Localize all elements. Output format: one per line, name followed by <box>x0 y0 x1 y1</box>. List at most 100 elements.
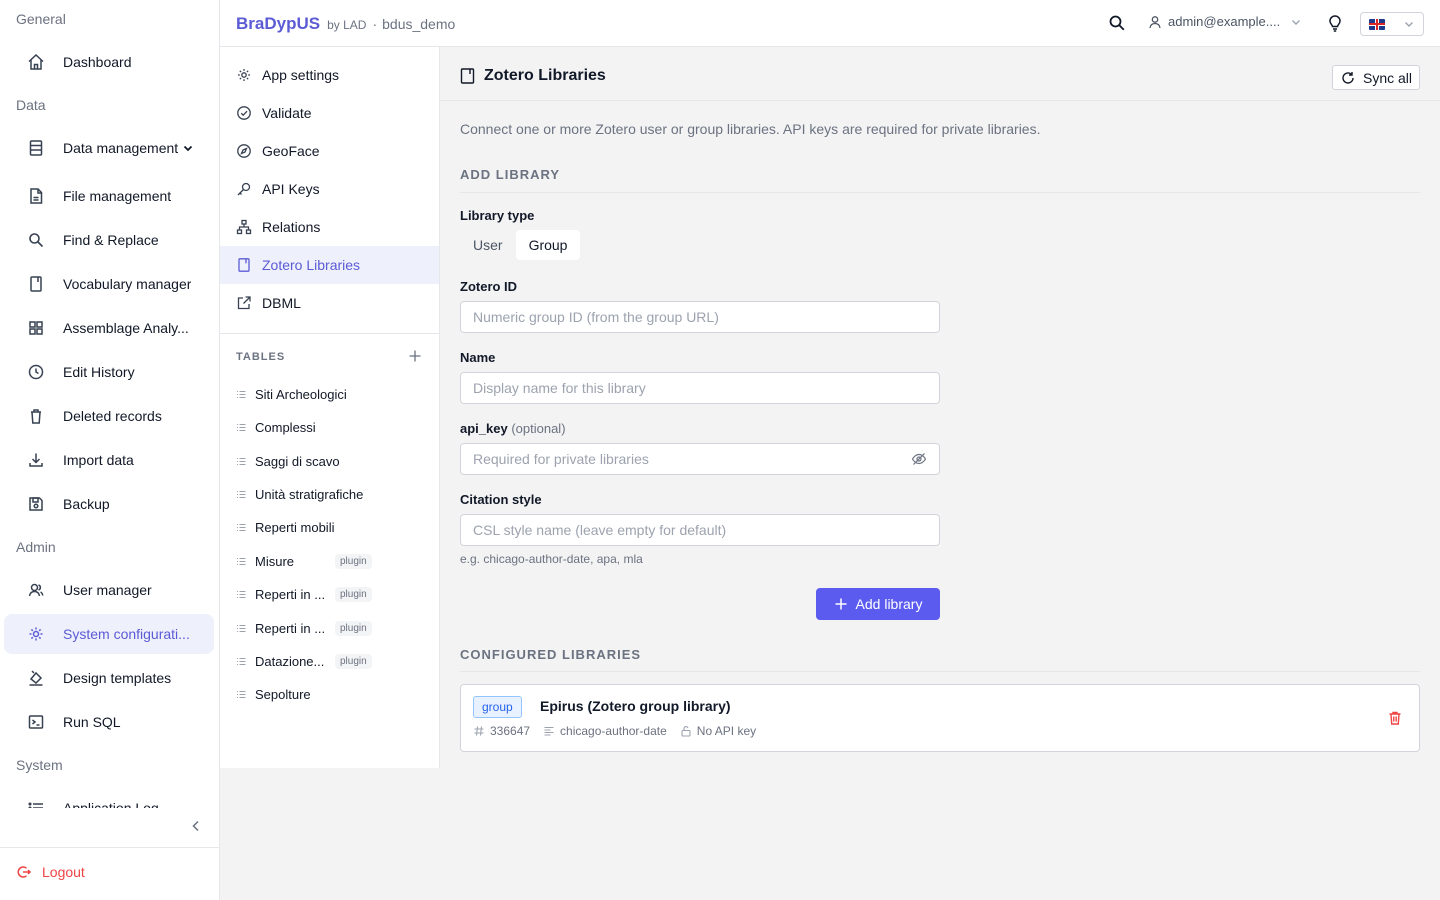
list-icon <box>28 802 43 808</box>
table-name: Unità stratigrafiche <box>255 486 364 502</box>
api-key-label: api_key (optional) <box>460 421 566 436</box>
project-name: bdus_demo <box>382 16 456 32</box>
table-list-item[interactable]: Complessi <box>236 417 316 437</box>
citation-style-field[interactable] <box>460 514 940 546</box>
brand[interactable]: BraDypUS by LAD · bdus_demo <box>236 14 455 34</box>
sidebar-item-label: Design templates <box>63 670 172 686</box>
citation-style-label: Citation style <box>460 492 542 507</box>
zotero-id-field[interactable] <box>460 301 940 333</box>
sidebar-item-backup[interactable]: Backup <box>4 484 214 524</box>
collapse-sidebar-chevron-left-icon[interactable] <box>188 818 204 834</box>
tables-heading: TABLES <box>236 351 286 363</box>
sidebar-item-label: System configurati... <box>63 626 190 642</box>
table-list-item[interactable]: Reperti in ... plugin <box>236 584 372 604</box>
table-list-item[interactable]: Reperti in ... plugin <box>236 618 372 638</box>
sidebar-item-data-management[interactable]: Data management <box>4 128 214 168</box>
brand-separator: · <box>372 16 378 32</box>
sidebar-section-system: System <box>16 757 63 773</box>
table-list-item[interactable]: Saggi di scavo <box>236 451 340 471</box>
sidebar-item-assemblage-analysis[interactable]: Assemblage Analy... <box>4 308 214 348</box>
sidebar-item-run-sql[interactable]: Run SQL <box>4 702 214 742</box>
users-icon <box>28 583 44 597</box>
main-content: Zotero Libraries Sync all Connect one or… <box>440 47 1440 900</box>
citation-style-input[interactable] <box>473 522 927 538</box>
plugin-badge: plugin <box>335 620 372 636</box>
paint-icon <box>29 670 43 686</box>
divider <box>220 333 439 334</box>
configured-libraries-heading: CONFIGURED LIBRARIES <box>460 647 642 662</box>
sidebar-item-label: Dashboard <box>63 54 132 70</box>
gear-icon <box>29 627 43 641</box>
name-input[interactable] <box>473 380 927 396</box>
sidebar-item-label: File management <box>63 188 172 204</box>
sync-all-button[interactable]: Sync all <box>1332 65 1420 90</box>
sidebar-item-edit-history[interactable]: Edit History <box>4 352 214 392</box>
list-icon <box>237 624 246 632</box>
sidebar-item-application-log[interactable]: Application Log <box>4 788 214 808</box>
sidebar-item-user-manager[interactable]: User manager <box>4 570 214 610</box>
logout-icon <box>17 866 32 878</box>
library-type-user-option[interactable]: User <box>460 230 516 260</box>
sidebar-item-system-configuration[interactable]: System configurati... <box>4 614 214 654</box>
subnav-item-validate[interactable]: Validate <box>220 94 439 132</box>
lightbulb-icon[interactable] <box>1326 14 1344 32</box>
subnav-item-app-settings[interactable]: App settings <box>220 56 439 94</box>
page-title: Zotero Libraries <box>484 67 606 84</box>
eye-off-icon[interactable] <box>911 451 927 467</box>
search-icon[interactable] <box>1108 14 1126 32</box>
library-type-group-option[interactable]: Group <box>515 230 581 260</box>
list-icon <box>237 590 246 598</box>
table-list-item[interactable]: Misure plugin <box>236 551 372 571</box>
add-library-label: Add library <box>855 596 923 612</box>
library-citation-value: chicago-author-date <box>560 724 667 738</box>
main-sidebar: General Dashboard Data Data management F… <box>0 0 220 900</box>
subnav-item-geoface[interactable]: GeoFace <box>220 132 439 170</box>
library-card: group Epirus (Zotero group library) 3366… <box>460 684 1420 752</box>
search-icon <box>29 233 44 248</box>
language-select[interactable] <box>1360 12 1424 36</box>
sidebar-item-find-replace[interactable]: Find & Replace <box>4 220 214 260</box>
sidebar-item-label: User manager <box>63 582 152 598</box>
add-library-heading: ADD LIBRARY <box>460 167 561 182</box>
library-type-toggle: User Group <box>460 230 581 260</box>
name-field[interactable] <box>460 372 940 404</box>
sidebar-item-import-data[interactable]: Import data <box>4 440 214 480</box>
list-icon <box>237 423 246 431</box>
book-icon <box>238 258 250 272</box>
api-key-label-text: api_key <box>460 421 508 436</box>
table-list-item[interactable]: Unità stratigrafiche <box>236 484 363 504</box>
table-list-item[interactable]: Reperti mobili <box>236 517 334 537</box>
subnav-item-zotero-libraries[interactable]: Zotero Libraries <box>220 246 439 284</box>
user-menu[interactable]: admin@example.... <box>1148 14 1302 29</box>
subnav-item-dbml[interactable]: DBML <box>220 284 439 322</box>
library-id: 336647 <box>473 724 530 738</box>
subnav-item-api-keys[interactable]: API Keys <box>220 170 439 208</box>
table-list-item[interactable]: Datazione... plugin <box>236 651 372 671</box>
settings-subnav: App settings Validate GeoFace API Keys R… <box>220 47 440 768</box>
logout-label: Logout <box>42 864 85 880</box>
table-list-item[interactable]: Siti Archeologici <box>236 384 347 404</box>
api-key-input[interactable] <box>473 451 911 467</box>
sidebar-item-dashboard[interactable]: Dashboard <box>4 42 214 82</box>
history-icon <box>28 364 44 380</box>
sidebar-section-general: General <box>16 11 66 27</box>
subnav-item-label: Zotero Libraries <box>262 257 361 273</box>
trash-icon <box>31 409 41 424</box>
table-name: Complessi <box>255 419 316 435</box>
top-bar: BraDypUS by LAD · bdus_demo admin@exampl… <box>220 0 1440 47</box>
add-table-plus-icon[interactable] <box>408 349 422 363</box>
sidebar-item-deleted-records[interactable]: Deleted records <box>4 396 214 436</box>
zotero-id-input[interactable] <box>473 309 927 325</box>
subnav-item-relations[interactable]: Relations <box>220 208 439 246</box>
sidebar-item-vocabulary-manager[interactable]: Vocabulary manager <box>4 264 214 304</box>
logout-button[interactable]: Logout <box>16 864 85 880</box>
api-key-field[interactable] <box>460 443 940 475</box>
download-icon <box>29 453 43 467</box>
delete-library-trash-icon[interactable] <box>1387 710 1403 726</box>
sidebar-item-design-templates[interactable]: Design templates <box>4 658 214 698</box>
add-library-button[interactable]: Add library <box>816 588 940 620</box>
sidebar-item-file-management[interactable]: File management <box>4 176 214 216</box>
table-list-item[interactable]: Sepolture <box>236 684 311 704</box>
sidebar-scroll-area[interactable]: General Dashboard Data Data management F… <box>0 0 219 808</box>
library-api-key-status: No API key <box>680 724 756 738</box>
